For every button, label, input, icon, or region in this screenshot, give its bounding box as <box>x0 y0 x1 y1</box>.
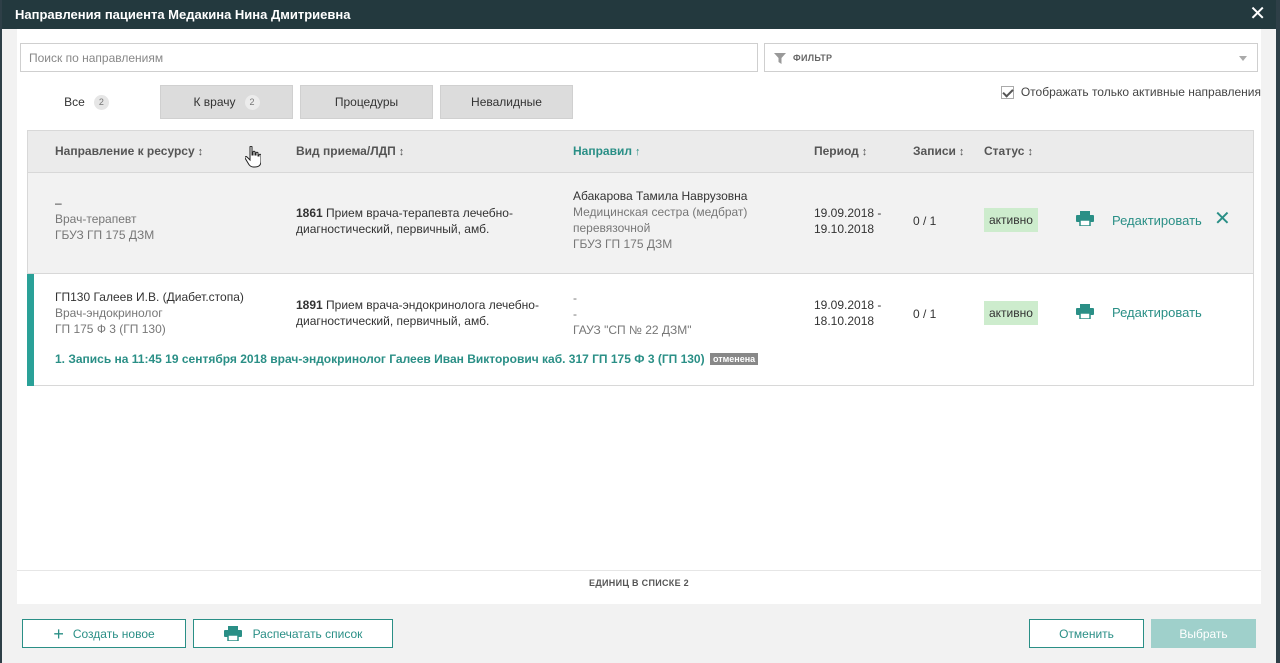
dialog-titlebar: Направления пациента Медакина Нина Дмитр… <box>2 0 1276 29</box>
column-header-records[interactable]: Записи ↕ <box>913 144 964 158</box>
close-icon[interactable]: ✕ <box>1249 4 1266 24</box>
dialog-title: Направления пациента Медакина Нина Дмитр… <box>15 7 351 22</box>
filter-label: ФИЛЬТР <box>793 53 833 63</box>
edit-link[interactable]: Редактировать <box>1112 305 1202 320</box>
column-header-period[interactable]: Период ↕ <box>814 144 867 158</box>
column-header-referrer[interactable]: Направил ↑ <box>573 144 640 158</box>
divider <box>17 570 1261 571</box>
tab-label: Все <box>64 95 85 109</box>
print-list-button[interactable]: Распечатать список <box>193 619 393 648</box>
delete-icon[interactable]: ✕ <box>1214 209 1231 229</box>
dialog-content: Поиск по направлениям ФИЛЬТР Все 2 К вра… <box>17 29 1261 604</box>
table-header: Направление к ресурсу ↕ Вид приема/ЛДП ↕ Н… <box>28 131 1253 173</box>
sort-icon: ↕ <box>1027 146 1033 158</box>
search-input[interactable]: Поиск по направлениям <box>20 43 758 72</box>
printer-icon <box>223 626 242 641</box>
visit-type-cell: 1891 Прием врача-эндокринолога лечебно- … <box>296 298 539 328</box>
tab-count-badge: 2 <box>244 94 260 110</box>
active-only-toggle[interactable]: Отображать только активные направления <box>1000 85 1261 99</box>
edit-link[interactable]: Редактировать <box>1112 213 1202 228</box>
referrer-cell: - - ГАУЗ "СП № 22 ДЗМ" <box>573 291 692 337</box>
tab-label: Процедуры <box>334 95 399 109</box>
period-cell: 19.09.2018 - 18.10.2018 <box>814 298 882 328</box>
tab-count-badge: 2 <box>93 94 109 110</box>
resource-cell: ГП130 Галеев И.В. (Диабет.стопа) Врач-эн… <box>55 290 244 336</box>
records-cell: 0 / 1 <box>913 307 937 321</box>
referrals-table: Направление к ресурсу ↕ Вид приема/ЛДП ↕ Н… <box>27 130 1254 386</box>
referrer-cell: Абакарова Тамила Наврузовна Медицинская … <box>573 189 748 251</box>
table-row[interactable]: ГП130 Галеев И.В. (Диабет.стопа) Врач-эн… <box>27 274 1253 386</box>
select-button[interactable]: Выбрать <box>1151 619 1256 648</box>
tab-invalid[interactable]: Невалидные <box>440 85 573 119</box>
active-only-checkbox[interactable] <box>1000 85 1014 99</box>
printer-icon[interactable] <box>1076 304 1094 319</box>
filter-select[interactable]: ФИЛЬТР <box>764 43 1258 72</box>
visit-type-cell: 1861 Прием врача-терапевта лечебно- диаг… <box>296 206 513 236</box>
create-new-button[interactable]: + Создать новое <box>22 619 186 648</box>
tab-procedures[interactable]: Процедуры <box>300 85 433 119</box>
period-cell: 19.09.2018 - 19.10.2018 <box>814 206 882 236</box>
plus-icon: + <box>53 623 64 644</box>
column-header-resource[interactable]: Направление к ресурсу ↕ <box>55 144 203 158</box>
sort-icon: ↕ <box>958 146 965 158</box>
selected-row-marker <box>27 274 34 386</box>
tab-label: Невалидные <box>471 95 542 109</box>
cancel-button[interactable]: Отменить <box>1029 619 1144 648</box>
funnel-icon <box>774 53 786 64</box>
tab-all[interactable]: Все 2 <box>20 85 153 119</box>
hand-cursor-icon <box>245 146 261 168</box>
status-badge: активно <box>984 301 1038 325</box>
sort-icon: ↕ <box>398 146 405 158</box>
column-header-status[interactable]: Статус ↕ <box>984 144 1033 158</box>
tab-label: К врачу <box>193 95 236 109</box>
status-badge: активно <box>984 208 1038 232</box>
chevron-down-icon <box>1239 56 1247 61</box>
table-row[interactable]: – Врач-терапевт ГБУЗ ГП 175 ДЗМ 1861 При… <box>28 173 1253 274</box>
cancelled-badge: отменена <box>709 353 759 365</box>
records-cell: 0 / 1 <box>913 214 937 228</box>
sort-icon: ↕ <box>197 146 204 158</box>
sort-ascending-icon: ↑ <box>634 146 641 158</box>
resource-cell: – Врач-терапевт ГБУЗ ГП 175 ДЗМ <box>55 196 155 242</box>
units-count: ЕДИНИЦ В СПИСКЕ 2 <box>589 578 689 588</box>
appointment-link[interactable]: 1. Запись на 11:45 19 сентября 2018 врач… <box>55 352 759 366</box>
active-only-label: Отображать только активные направления <box>1020 85 1261 99</box>
referrals-dialog: Направления пациента Медакина Нина Дмитр… <box>2 0 1276 663</box>
printer-icon[interactable] <box>1076 211 1094 226</box>
tab-to-doctor[interactable]: К врачу 2 <box>160 85 293 119</box>
column-header-visit-type[interactable]: Вид приема/ЛДП ↕ <box>296 144 404 158</box>
sort-icon: ↕ <box>861 146 868 158</box>
